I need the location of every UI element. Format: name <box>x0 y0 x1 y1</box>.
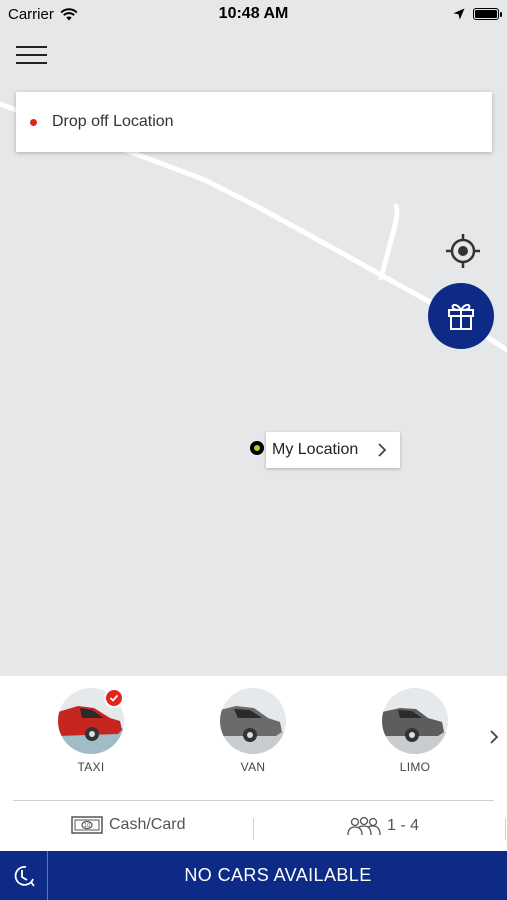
chevron-right-icon <box>378 443 387 457</box>
vehicle-name: VAN <box>240 760 266 774</box>
payment-label: Cash/Card <box>109 816 186 833</box>
menu-icon-line <box>16 62 47 64</box>
van-car-icon <box>220 706 286 754</box>
wifi-icon <box>60 7 78 20</box>
gift-button[interactable] <box>428 283 494 349</box>
svg-text:10: 10 <box>84 823 90 829</box>
carrier-label: Carrier <box>8 5 54 23</box>
passengers-label: 1 - 4 <box>387 817 420 834</box>
vertical-divider <box>253 818 254 840</box>
drop-off-dot-icon <box>30 118 37 126</box>
locate-icon[interactable] <box>445 233 481 269</box>
selected-check <box>104 688 124 708</box>
bottom-action-bar: NO CARS AVAILABLE <box>0 851 507 900</box>
vehicle-taxi[interactable]: TAXI <box>56 688 126 774</box>
ride-options-panel: TAXI VAN LIMO 10 Cash/Card 1 - 4 <box>0 676 507 851</box>
limo-image <box>382 688 448 754</box>
battery-fill <box>475 10 497 18</box>
my-location-label: My Location <box>272 441 359 458</box>
gift-icon <box>448 303 474 330</box>
no-cars-button[interactable]: NO CARS AVAILABLE <box>49 851 507 900</box>
drop-off-location-field[interactable]: Drop off Location <box>16 92 492 152</box>
vertical-divider <box>505 818 506 840</box>
chevron-right-icon[interactable] <box>486 727 502 747</box>
cash-icon: 10 <box>71 816 103 834</box>
payment-option[interactable]: 10 Cash/Card <box>71 816 185 834</box>
menu-button[interactable] <box>16 44 48 66</box>
van-image <box>220 688 286 754</box>
divider <box>13 800 494 801</box>
status-bar: Carrier 10:48 AM <box>0 0 507 28</box>
passengers-option[interactable]: 1 - 4 <box>347 816 419 836</box>
history-icon <box>14 865 35 887</box>
passengers-icon <box>347 816 381 836</box>
check-icon <box>109 694 119 702</box>
map-view[interactable]: Drop off Location My Location <box>0 28 507 676</box>
vehicle-name: TAXI <box>77 760 105 774</box>
vehicle-taxi-image-wrap <box>58 688 124 754</box>
my-location-dot-icon <box>254 445 260 451</box>
my-location-marker <box>250 441 264 455</box>
location-arrow-icon <box>453 8 465 20</box>
drop-off-label: Drop off Location <box>52 113 174 130</box>
battery-icon <box>473 8 502 20</box>
vehicle-van[interactable]: VAN <box>218 688 288 774</box>
vehicle-limo[interactable]: LIMO <box>380 688 450 774</box>
my-location-callout[interactable]: My Location <box>266 432 400 468</box>
history-button[interactable] <box>0 851 48 900</box>
limo-car-icon <box>382 708 448 754</box>
menu-icon-line <box>16 54 47 56</box>
vehicle-name: LIMO <box>399 760 431 774</box>
menu-icon <box>16 46 47 48</box>
road-branch <box>378 203 400 281</box>
